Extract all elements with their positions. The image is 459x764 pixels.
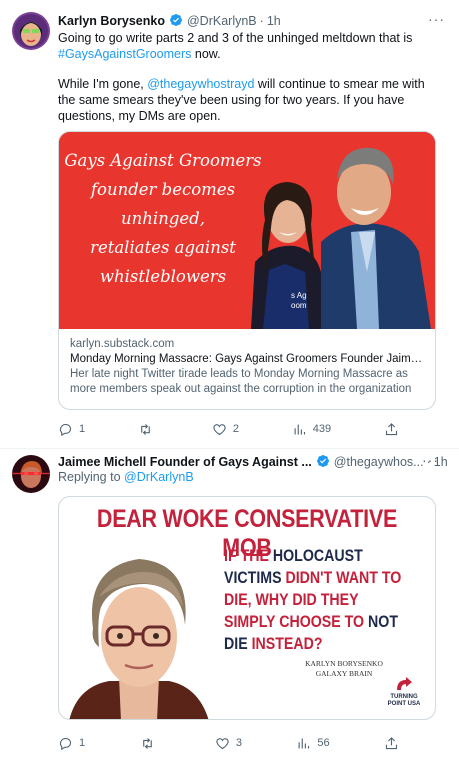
mention-link[interactable]: @thegaywhostrayd bbox=[147, 77, 254, 91]
card-domain: karlyn.substack.com bbox=[70, 338, 175, 350]
like-button[interactable]: 3 bbox=[215, 736, 242, 751]
views-count: 439 bbox=[312, 423, 332, 435]
reply-button[interactable]: 1 bbox=[58, 422, 85, 437]
card-description: Her late night Twitter tirade leads to M… bbox=[70, 368, 412, 395]
avatar[interactable] bbox=[12, 12, 50, 50]
views-button[interactable]: 56 bbox=[296, 736, 330, 751]
credit-line: KARLYN BORYSENKO bbox=[305, 659, 383, 668]
views-button[interactable]: 439 bbox=[292, 422, 331, 437]
tweet-header: Jaimee Michell Founder of Gays Against .… bbox=[58, 453, 449, 471]
logo-line: TURNING bbox=[390, 694, 418, 700]
replying-prefix: Replying to bbox=[58, 470, 125, 484]
card-image: s Ag oom Gays Against Groomers founder b… bbox=[59, 132, 435, 329]
reply-button[interactable]: 1 bbox=[58, 736, 85, 751]
share-icon bbox=[385, 736, 398, 749]
separator: · bbox=[259, 14, 264, 28]
retweet-icon bbox=[141, 423, 150, 435]
card-image-caption: Gays Against Groomers founder becomes un… bbox=[63, 146, 263, 291]
quote-part: IF THE bbox=[224, 547, 273, 565]
link-card[interactable]: s Ag oom Gays Against Groomers founder b… bbox=[58, 131, 436, 410]
timestamp[interactable]: 1h bbox=[267, 14, 281, 28]
more-horizontal-icon[interactable]: ··· bbox=[428, 11, 445, 27]
caption-line: Gays Against Groomers bbox=[64, 151, 262, 170]
views-icon bbox=[294, 424, 305, 434]
avatar[interactable] bbox=[12, 455, 50, 493]
more-horizontal-icon[interactable]: ··· bbox=[422, 452, 439, 468]
reply-count: 1 bbox=[79, 423, 86, 435]
card-meta: karlyn.substack.com Monday Morning Massa… bbox=[59, 329, 435, 405]
like-button[interactable]: 2 bbox=[212, 422, 239, 437]
like-count: 2 bbox=[232, 423, 239, 435]
verified-badge-icon bbox=[169, 13, 183, 30]
logo-line: POINT USA bbox=[387, 701, 421, 707]
caption-line: founder becomes bbox=[90, 180, 236, 199]
author-handle[interactable]: @thegaywhos... bbox=[334, 455, 424, 469]
tweet-jaimee[interactable]: Jaimee Michell Founder of Gays Against .… bbox=[0, 449, 459, 764]
meme-image[interactable]: DEAR WOKE CONSERVATIVE MOB IF THE HOLOCA… bbox=[58, 496, 436, 720]
caption-line: whistleblowers bbox=[99, 267, 227, 286]
reply-icon bbox=[59, 423, 72, 436]
text-line: Going to go write parts 2 and 3 of the u… bbox=[58, 31, 413, 45]
caption-line: unhinged, bbox=[121, 209, 205, 228]
reply-count: 1 bbox=[79, 737, 86, 749]
tweet-paragraph-1: Going to go write parts 2 and 3 of the u… bbox=[58, 30, 441, 62]
tweet-actions: 1 2 439 bbox=[58, 419, 399, 439]
tweet-karlyn[interactable]: Karlyn Borysenko @DrKarlynB · 1h ··· Goi… bbox=[0, 0, 459, 449]
verified-badge-icon bbox=[316, 454, 330, 471]
replying-to: Replying to @DrKarlynB bbox=[58, 470, 194, 484]
tweet-paragraph-2: While I'm gone, @thegaywhostrayd will co… bbox=[58, 76, 441, 124]
author-name[interactable]: Karlyn Borysenko bbox=[58, 14, 165, 28]
tweet-text: Going to go write parts 2 and 3 of the u… bbox=[58, 30, 441, 124]
meme-portrait bbox=[69, 559, 209, 719]
meme-quote: IF THE HOLOCAUST VICTIMS DIDN'T WANT TO … bbox=[224, 545, 406, 655]
svg-text:oom: oom bbox=[291, 301, 307, 310]
credit-line: GALAXY BRAIN bbox=[315, 669, 373, 678]
card-title[interactable]: Monday Morning Massacre: Gays Against Gr… bbox=[70, 352, 424, 367]
tweet-header: Karlyn Borysenko @DrKarlynB · 1h bbox=[58, 12, 449, 30]
views-count: 56 bbox=[317, 737, 330, 749]
caption-line: retaliates against bbox=[90, 238, 236, 257]
meme-credit: KARLYN BORYSENKO GALAXY BRAIN bbox=[294, 659, 394, 679]
share-button[interactable] bbox=[384, 736, 399, 751]
author-name[interactable]: Jaimee Michell Founder of Gays Against .… bbox=[58, 455, 312, 469]
replying-to-link[interactable]: @DrKarlynB bbox=[124, 470, 194, 484]
views-icon bbox=[298, 738, 310, 748]
hashtag-link[interactable]: #GaysAgainstGroomers bbox=[58, 47, 191, 61]
turning-point-arrow-icon bbox=[397, 677, 412, 690]
reply-icon bbox=[59, 737, 72, 750]
tweet-actions: 1 3 56 bbox=[58, 733, 399, 753]
heart-icon bbox=[213, 423, 226, 435]
like-count: 3 bbox=[235, 737, 242, 749]
text-fragment: now. bbox=[191, 47, 221, 61]
quote-part: INSTEAD? bbox=[247, 635, 323, 653]
heart-icon bbox=[216, 737, 229, 749]
retweet-button[interactable] bbox=[138, 422, 159, 437]
turning-point-logo: TURNING POINT USA bbox=[381, 677, 427, 711]
share-button[interactable] bbox=[384, 422, 399, 437]
share-icon bbox=[385, 422, 398, 435]
text-fragment: While I'm gone, bbox=[58, 77, 148, 91]
retweet-icon bbox=[142, 737, 152, 749]
author-handle[interactable]: @DrKarlynB bbox=[187, 14, 257, 28]
retweet-button[interactable] bbox=[140, 736, 161, 751]
svg-text:s Ag: s Ag bbox=[291, 291, 307, 300]
